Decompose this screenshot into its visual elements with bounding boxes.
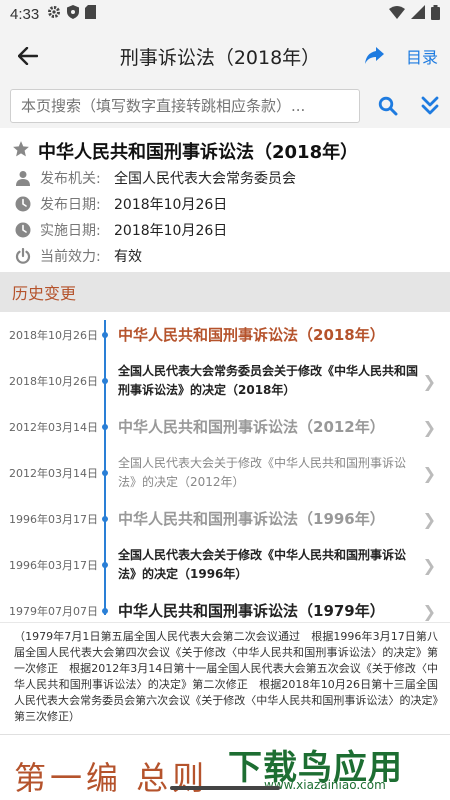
info-label: 实施日期:: [40, 223, 101, 239]
history-item[interactable]: 1996年03月17日 中华人民共和国刑事诉讼法（1996年） ❯: [0, 496, 450, 542]
shield-icon: [67, 5, 80, 23]
chapter-title: 第一编 总则: [14, 759, 209, 797]
history-date: 2012年03月14日: [9, 467, 98, 480]
history-item[interactable]: 2018年10月26日 中华人民共和国刑事诉讼法（2018年）: [0, 312, 450, 358]
person-icon: [12, 170, 34, 186]
chevron-right-icon: ❯: [422, 555, 436, 575]
history-title: 全国人民代表大会关于修改《中华人民共和国刑事诉讼法》的决定（2012年）: [118, 456, 407, 489]
law-preface: （1979年7月1日第五届全国人民代表大会第二次会议通过 根据1996年3月17…: [0, 622, 450, 734]
gear-icon: [47, 5, 61, 23]
status-bar: 4:33: [0, 0, 450, 28]
timeline-dot: [102, 378, 108, 384]
info-publish-date: 发布日期: 2018年10月26日: [12, 194, 227, 214]
toc-button[interactable]: 目录: [394, 28, 450, 84]
timeline-dot: [102, 424, 108, 430]
search-button[interactable]: [366, 84, 410, 128]
history-item[interactable]: 1996年03月17日 全国人民代表大会关于修改《中华人民共和国刑事诉讼法》的决…: [0, 542, 450, 588]
info-value: 有效: [114, 249, 142, 265]
timeline-dot: [102, 516, 108, 522]
expand-button[interactable]: [410, 84, 450, 128]
info-status: 当前效力: 有效: [12, 246, 142, 266]
history-title: 中华人民共和国刑事诉讼法（2018年）: [118, 325, 385, 344]
timeline-dot: [102, 332, 108, 338]
info-label: 发布日期:: [40, 197, 101, 213]
page-title: 刑事诉讼法（2018年）: [119, 46, 321, 69]
star-icon[interactable]: [12, 140, 30, 163]
history-title: 中华人民共和国刑事诉讼法（1996年）: [118, 509, 385, 528]
history-date: 2018年10月26日: [9, 329, 98, 342]
info-value: 全国人民代表大会常务委员会: [114, 171, 296, 187]
share-button[interactable]: [354, 28, 394, 84]
law-title-row: 中华人民共和国刑事诉讼法（2018年）: [12, 138, 358, 164]
history-item[interactable]: 2018年10月26日 全国人民代表大会常务委员会关于修改《中华人民共和国刑事诉…: [0, 358, 450, 404]
status-time: 4:33: [10, 5, 40, 23]
clock-icon: [12, 222, 34, 238]
sd-card-icon: [85, 5, 97, 23]
app-bar: 刑事诉讼法（2018年） 目录: [0, 28, 450, 84]
history-title: 中华人民共和国刑事诉讼法（2012年）: [118, 417, 385, 436]
search-bar: [0, 84, 450, 128]
search-icon: [379, 96, 398, 116]
timeline-dot: [102, 608, 108, 614]
power-icon: [12, 248, 34, 264]
wifi-icon: [389, 5, 405, 23]
history-title: 全国人民代表大会常务委员会关于修改《中华人民共和国刑事诉讼法》的决定（2018年…: [118, 364, 419, 397]
share-icon: [365, 47, 384, 64]
info-label: 发布机关:: [40, 171, 101, 187]
chevron-right-icon: ❯: [422, 463, 436, 483]
info-publisher: 发布机关: 全国人民代表大会常务委员会: [12, 168, 296, 188]
history-title: 全国人民代表大会关于修改《中华人民共和国刑事诉讼法》的决定（1996年）: [118, 548, 407, 581]
chevron-right-icon: ❯: [422, 417, 436, 437]
chevron-right-icon: ❯: [422, 371, 436, 391]
info-label: 当前效力:: [40, 249, 101, 265]
gesture-nav-handle[interactable]: [170, 786, 280, 790]
law-info: 中华人民共和国刑事诉讼法（2018年） 发布机关: 全国人民代表大会常务委员会 …: [0, 128, 450, 272]
history-date: 2012年03月14日: [9, 421, 98, 434]
info-value: 2018年10月26日: [114, 197, 228, 213]
history-header: 历史变更: [0, 272, 450, 312]
arrow-left-icon: [18, 47, 38, 65]
clock-icon: [12, 196, 34, 212]
history-date: 1996年03月17日: [9, 559, 98, 572]
double-chevron-down-icon: [421, 96, 439, 115]
history-item[interactable]: 2012年03月14日 全国人民代表大会关于修改《中华人民共和国刑事诉讼法》的决…: [0, 450, 450, 496]
watermark-url: www.xiazainiao.com: [264, 778, 386, 792]
back-button[interactable]: [0, 28, 56, 84]
timeline-dot: [102, 470, 108, 476]
signal-icon: [411, 5, 425, 23]
timeline-dot: [102, 562, 108, 568]
history-date: 1996年03月17日: [9, 513, 98, 526]
chevron-right-icon: ❯: [422, 509, 436, 529]
history-item[interactable]: 2012年03月14日 中华人民共和国刑事诉讼法（2012年） ❯: [0, 404, 450, 450]
battery-icon: [431, 4, 440, 24]
history-date: 2018年10月26日: [9, 375, 98, 388]
search-input[interactable]: [10, 89, 361, 123]
law-title: 中华人民共和国刑事诉讼法（2018年）: [38, 142, 359, 163]
info-effective-date: 实施日期: 2018年10月26日: [12, 220, 227, 240]
history-timeline: 2018年10月26日 中华人民共和国刑事诉讼法（2018年） 2018年10月…: [0, 312, 450, 622]
info-value: 2018年10月26日: [114, 223, 228, 239]
